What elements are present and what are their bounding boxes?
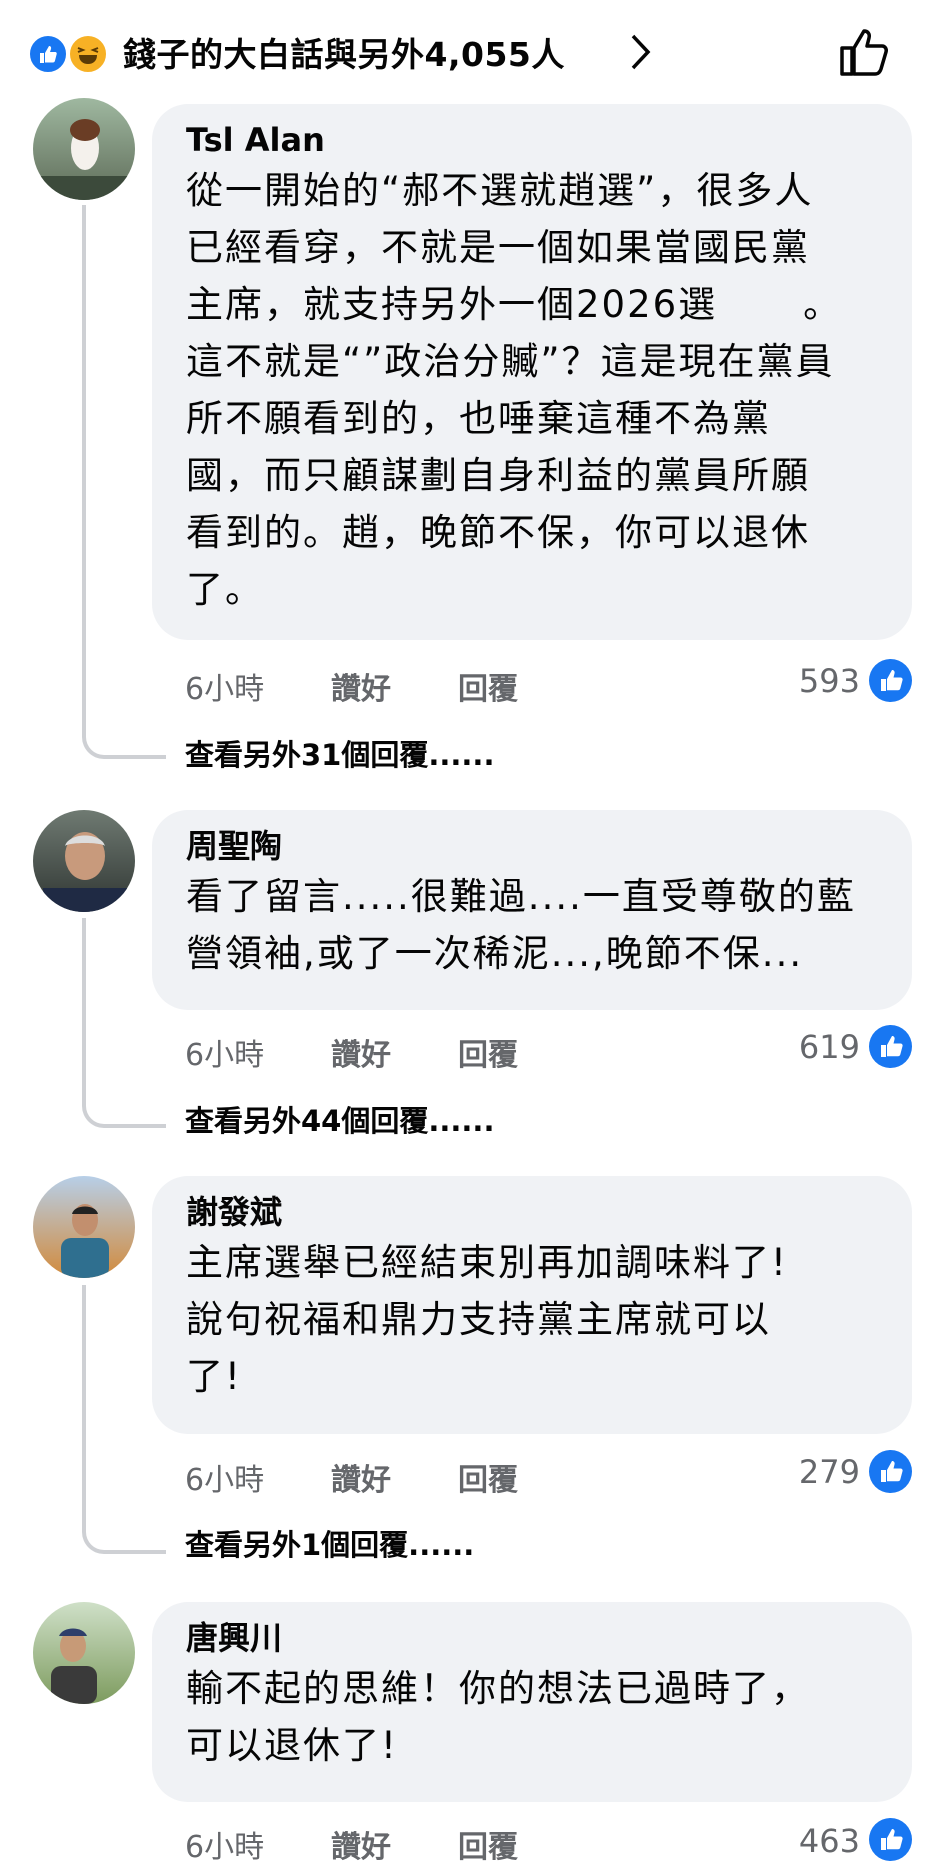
comment-bubble: 周聖陶 看了留言.....很難過....一直受尊敬的藍 營領袖,或了一次稀泥..… [152, 810, 912, 1010]
like-icon [869, 1450, 912, 1493]
avatar[interactable] [33, 98, 135, 200]
avatar[interactable] [33, 810, 135, 912]
haha-reaction-icon [68, 34, 108, 74]
like-count: 463 [798, 1822, 860, 1860]
comment-text: 主席選舉已經結束別再加調味料了! 說句祝福和鼎力支持黨主席就可以 了! [186, 1241, 788, 1398]
avatar[interactable] [33, 1176, 135, 1278]
comment-time: 6小時 [185, 1463, 265, 1498]
comment-bubble: Tsl Alan 從一開始的“郝不選就趙選”，很多人 已經看穿，不就是一個如果當… [152, 104, 912, 640]
comment-author[interactable]: 唐興川 [186, 1616, 886, 1660]
comment-actions: 6小時 讚好 回覆 [185, 664, 518, 708]
like-count: 619 [798, 1028, 860, 1066]
comment-bubble: 謝發斌 主席選舉已經結束別再加調味料了! 說句祝福和鼎力支持黨主席就可以 了! [152, 1176, 912, 1434]
comment-bubble: 唐興川 輸不起的思維！你的想法已過時了， 可以退休了! [152, 1602, 912, 1802]
view-more-replies[interactable]: 查看另外44個回覆...... [185, 1098, 494, 1140]
like-button[interactable]: 讚好 [331, 1822, 458, 1866]
like-button[interactable]: 讚好 [331, 1030, 458, 1074]
like-count: 593 [798, 662, 860, 700]
comment-text: 看了留言.....很難過....一直受尊敬的藍 營領袖,或了一次稀泥...,晚節… [186, 875, 856, 975]
comment-author[interactable]: Tsl Alan [186, 118, 886, 162]
censored-area [717, 286, 804, 327]
comment-text: 從一開始的“郝不選就趙選”，很多人 已經看穿，不就是一個如果當國民黨 主席，就支… [186, 169, 843, 611]
comment-text: 輸不起的思維！你的想法已過時了， 可以退休了! [186, 1667, 810, 1767]
comment-time: 6小時 [185, 1038, 265, 1073]
like-reaction-icon [28, 34, 68, 74]
view-more-replies[interactable]: 查看另外1個回覆...... [185, 1522, 474, 1564]
like-icon [869, 1818, 912, 1861]
reactors-summary[interactable]: 錢子的大白話與另外4,055人 [123, 28, 565, 76]
like-button[interactable]: 讚好 [331, 664, 458, 708]
comment-time: 6小時 [185, 672, 265, 707]
avatar[interactable] [33, 1602, 135, 1704]
view-more-replies[interactable]: 查看另外31個回覆...... [185, 732, 494, 774]
comment-time: 6小時 [185, 1830, 265, 1865]
comment-author[interactable]: 周聖陶 [186, 824, 886, 868]
comment-actions: 6小時 讚好 回覆 [185, 1822, 518, 1866]
reactions-bar[interactable]: 錢子的大白話與另外4,055人 [0, 0, 946, 108]
like-icon [869, 1025, 912, 1068]
reply-button[interactable]: 回覆 [458, 1030, 518, 1074]
like-button[interactable]: 讚好 [331, 1455, 458, 1499]
like-icon [869, 659, 912, 702]
reply-button[interactable]: 回覆 [458, 1455, 518, 1499]
reply-button[interactable]: 回覆 [458, 1822, 518, 1866]
reaction-icons [28, 34, 118, 74]
chevron-right-icon[interactable] [628, 32, 654, 72]
comment-actions: 6小時 讚好 回覆 [185, 1030, 518, 1074]
thumbs-up-icon[interactable] [838, 26, 892, 78]
like-count: 279 [798, 1453, 860, 1491]
comment-actions: 6小時 讚好 回覆 [185, 1455, 518, 1499]
comment-author[interactable]: 謝發斌 [186, 1190, 886, 1234]
reply-button[interactable]: 回覆 [458, 664, 518, 708]
